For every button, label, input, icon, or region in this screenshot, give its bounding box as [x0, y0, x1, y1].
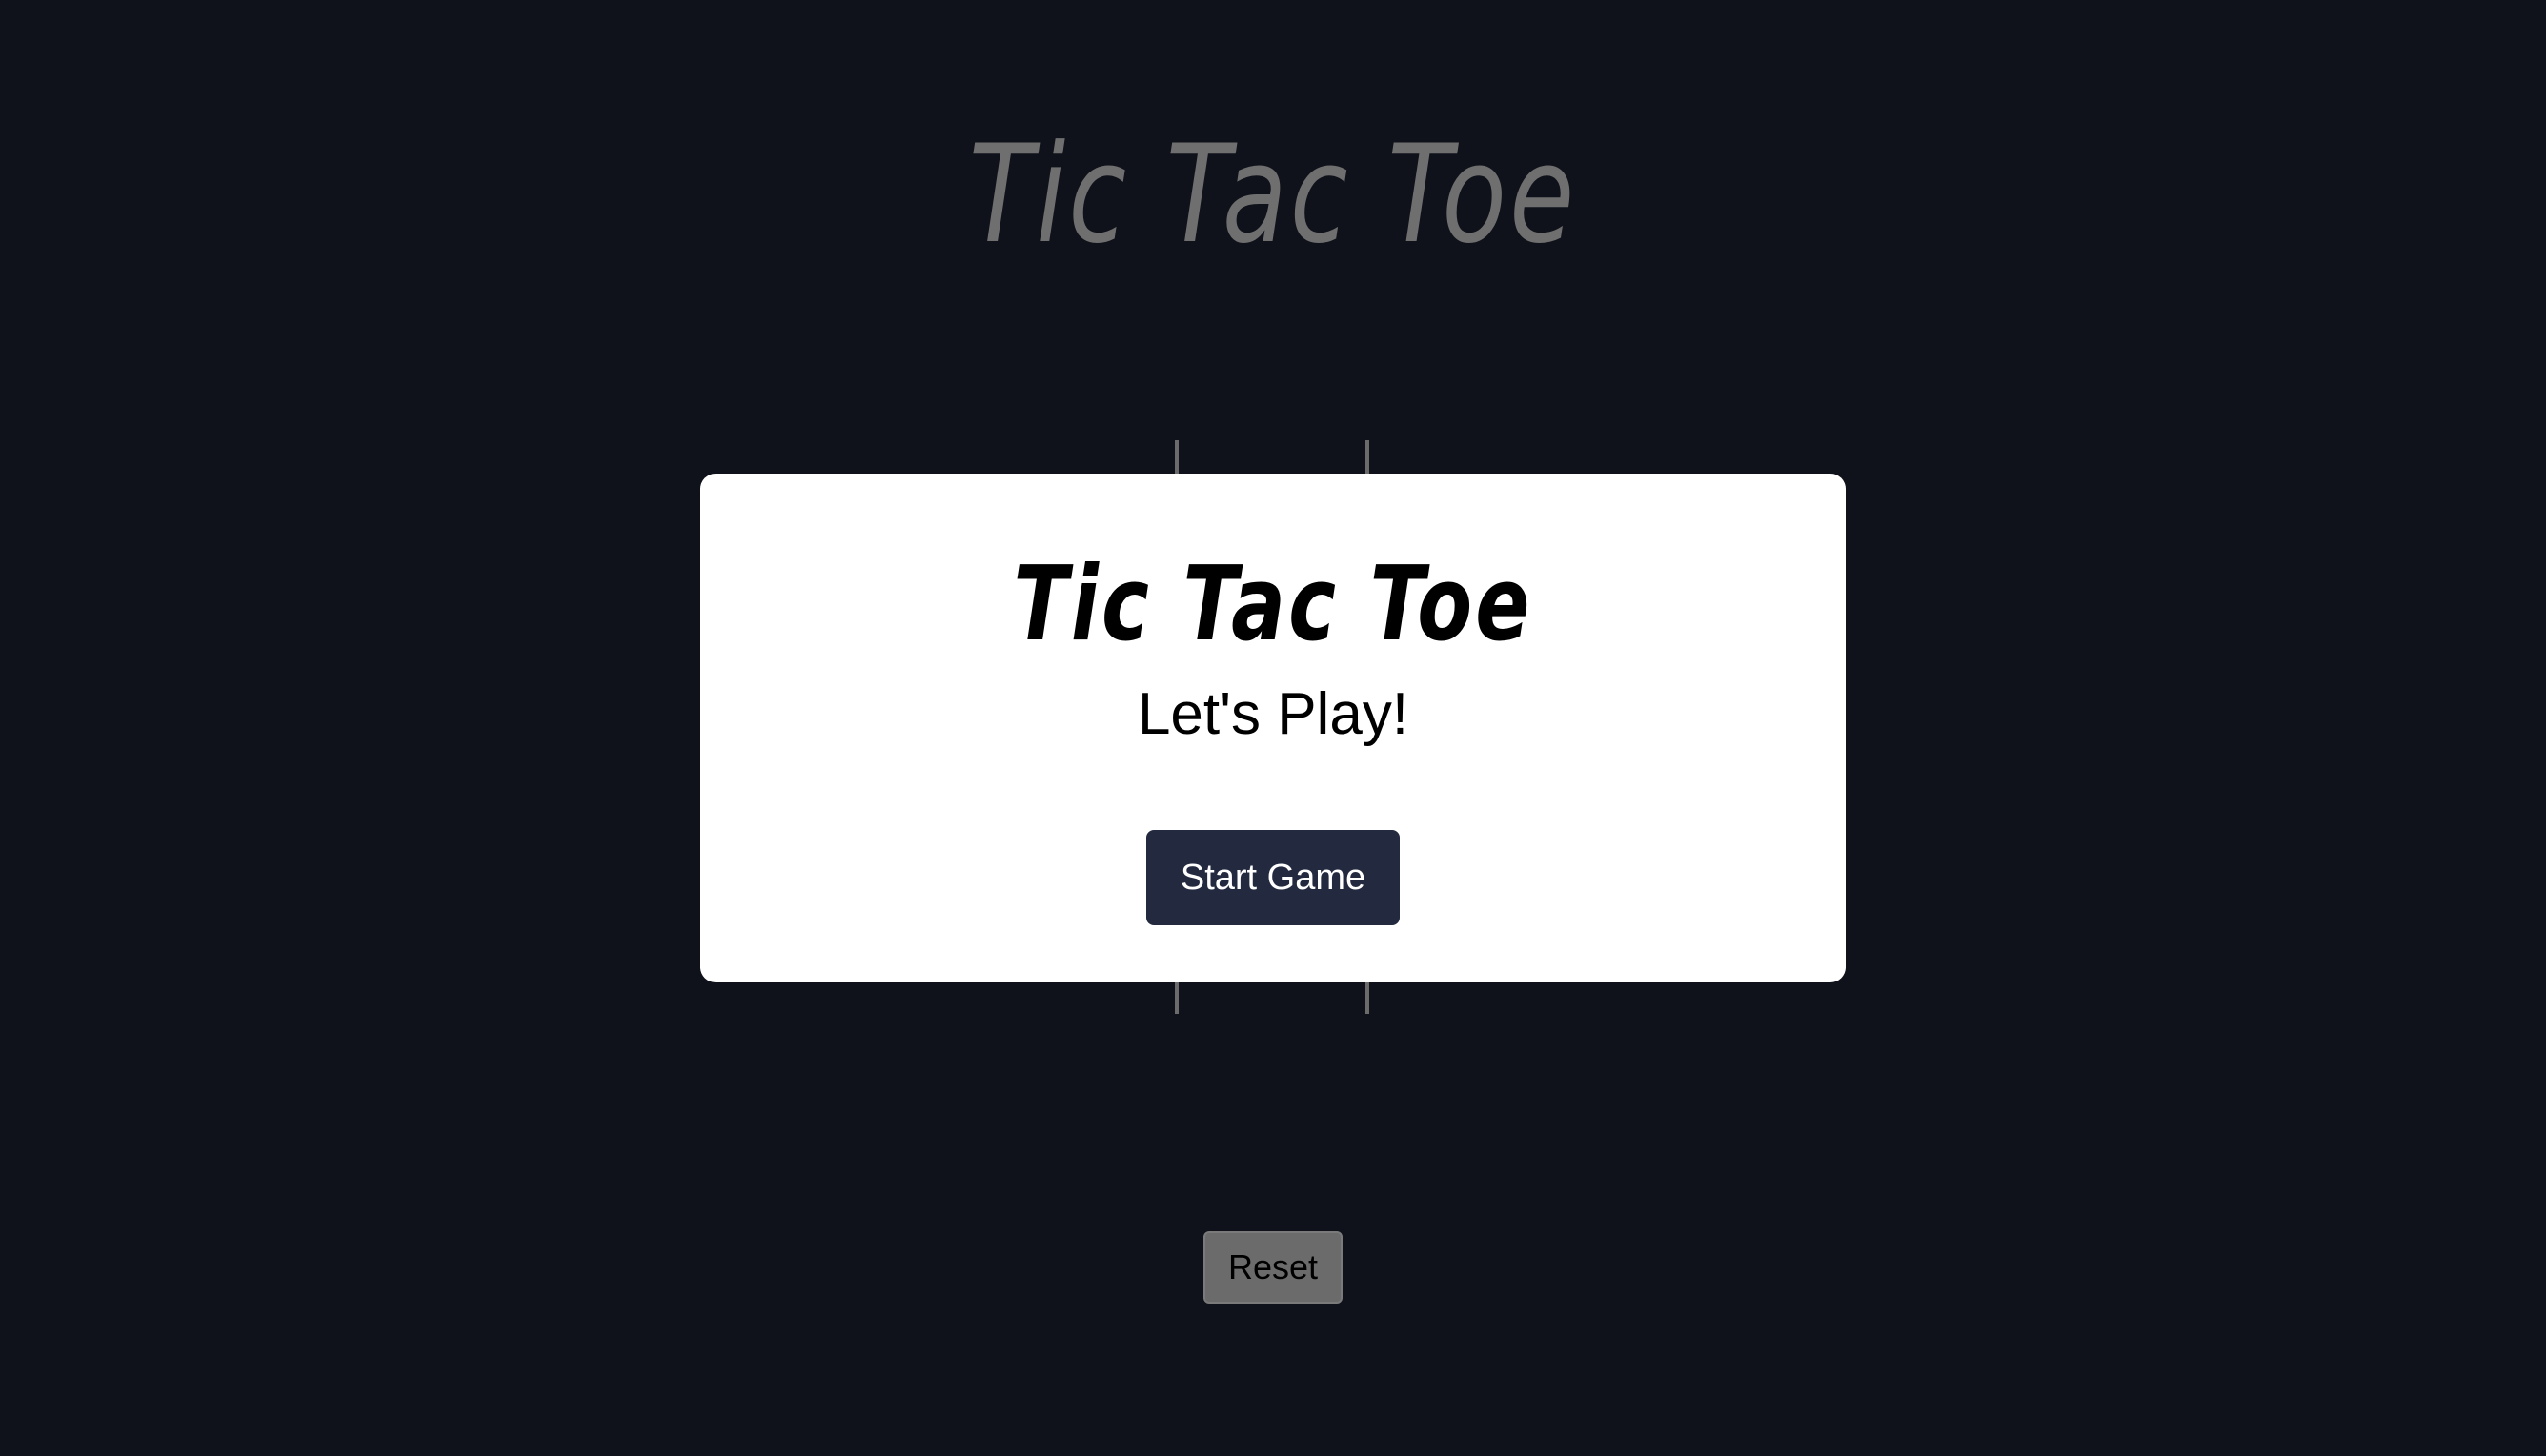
- modal-subtitle: Let's Play!: [1137, 681, 1409, 747]
- reset-button[interactable]: Reset: [1203, 1231, 1343, 1304]
- start-modal: Tic Tac Toe Let's Play! Start Game: [700, 474, 1846, 982]
- start-game-button[interactable]: Start Game: [1146, 830, 1400, 925]
- modal-title: Tic Tac Toe: [1013, 545, 1533, 664]
- page-title: Tic Tac Toe: [968, 116, 1578, 273]
